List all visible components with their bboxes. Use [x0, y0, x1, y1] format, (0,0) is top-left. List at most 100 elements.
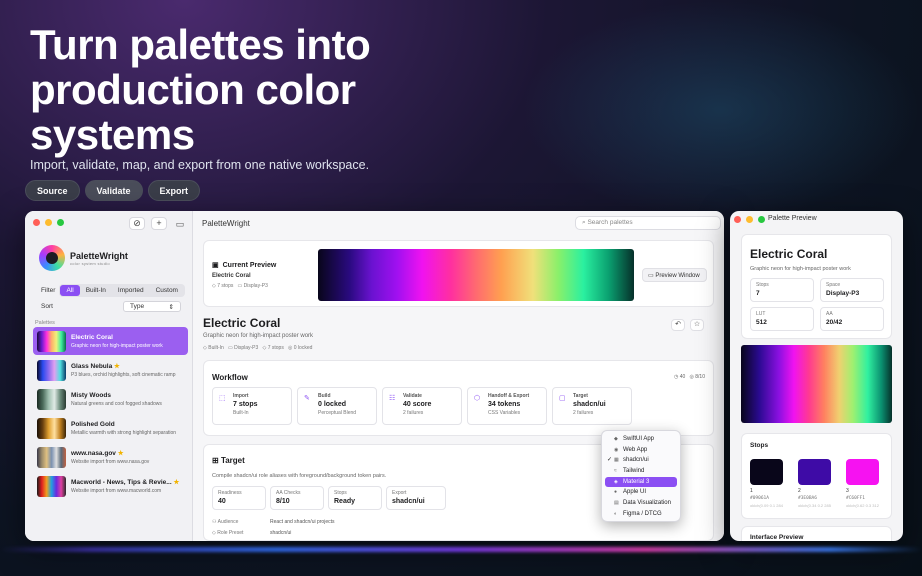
list-item[interactable]: Glass Nebula ★ P3 blues, orchid highligh…	[33, 356, 188, 384]
hero-subtitle: Import, validate, map, and export from o…	[30, 158, 370, 172]
list-item[interactable]: Electric Coral Graphic neon for high-imp…	[33, 327, 188, 355]
tile-value: 0 locked	[318, 401, 347, 408]
tile-label: Export	[392, 490, 407, 496]
workflow-tile-handoff[interactable]: ⬡ Handoff & Export 34 tokens CSS Variabl…	[467, 387, 547, 425]
preview-heading: ▣ Current Preview	[212, 261, 277, 270]
lock-icon: ◎	[288, 345, 293, 351]
preview-palette-name: Electric Coral	[212, 273, 251, 279]
list-item[interactable]: Misty Woods Natural greens and cool fogg…	[33, 385, 188, 413]
stat-space: Space Display-P3	[820, 278, 884, 302]
filter-imported[interactable]: Imported	[112, 285, 150, 296]
palette-name: Misty Woods	[71, 391, 111, 399]
list-item[interactable]: Polished Gold Metallic warmth with stron…	[33, 414, 188, 442]
search-input[interactable]: ⌕ Search palettes	[575, 216, 721, 230]
close-button[interactable]	[734, 216, 741, 223]
tile-sub: Perceptual Blend	[318, 410, 357, 416]
chip-source[interactable]: Source	[25, 180, 80, 201]
zoom-button[interactable]	[57, 219, 64, 226]
menu-item-web[interactable]: ◉ Web App	[605, 445, 677, 456]
menu-item-swiftui[interactable]: ◆ SwiftUI App	[605, 434, 677, 445]
tile-value: Ready	[334, 498, 356, 505]
stop-swatch	[750, 459, 783, 485]
menu-item-dataviz[interactable]: ▤ Data Visualization	[605, 498, 677, 509]
sidebar-toggle-icon[interactable]: ▭	[173, 218, 187, 230]
minimize-button[interactable]	[746, 216, 753, 223]
apple-icon: ●	[614, 489, 618, 496]
menu-item-material[interactable]: ◈ Material 3	[605, 476, 677, 488]
target-tile-export: Export shadcn/ui	[386, 486, 446, 510]
stop-item[interactable]: 3 #C60FF1 oklch(0.62 0.3 312)	[846, 459, 879, 508]
star-icon[interactable]: ★	[114, 363, 120, 370]
chip-export[interactable]: Export	[147, 180, 201, 201]
stop-hex: #09061A	[750, 496, 769, 501]
workflow-tile-build[interactable]: ✎ Build 0 locked Perceptual Blend	[297, 387, 377, 425]
palette-meta: ◇ Built-In ▭ Display-P3 ◇ 7 stops ◎ 0 lo…	[203, 345, 313, 351]
target-title: ⊞ Target	[212, 456, 245, 465]
stop-oklch: oklch(0.34 0.2 285)	[798, 503, 831, 508]
palette-swatch	[37, 388, 66, 410]
material-icon: ◈	[614, 478, 618, 485]
stop-item[interactable]: 2 #3E0BA6 oklch(0.34 0.2 285)	[798, 459, 831, 508]
decorative-light-bar	[0, 547, 922, 552]
star-icon[interactable]: ★	[118, 450, 124, 457]
tile-label: Handoff & Export	[488, 393, 530, 399]
tile-value: 7 stops	[233, 401, 258, 408]
filter-all[interactable]: All	[60, 285, 80, 296]
stop-swatch	[798, 459, 831, 485]
workflow-tile-validate[interactable]: ☷ Validate 40 score 2 failures	[382, 387, 462, 425]
tile-label: AA Checks	[276, 490, 301, 496]
wind-icon: ≈	[614, 468, 617, 475]
logo-subtitle: color system studio	[70, 260, 110, 266]
filter-toggle-icon[interactable]: ⊘	[129, 217, 145, 230]
menu-item-apple-ui[interactable]: ● Apple UI	[605, 487, 677, 498]
target-tile-readiness: Readiness 40	[212, 486, 266, 510]
stop-number: 3	[846, 488, 849, 494]
audience-icon: ⚇	[212, 519, 217, 525]
stop-item[interactable]: 1 #09061A oklch(0.09 0.1 284)	[750, 459, 783, 508]
filter-segmented-control: All Built-In Imported Custom	[59, 284, 185, 297]
menu-item-shadcn[interactable]: ✓ ▦ shadcn/ui	[605, 455, 677, 466]
minimize-button[interactable]	[45, 219, 52, 226]
list-item[interactable]: www.nasa.gov ★ Website import from www.n…	[33, 443, 188, 471]
palette-list: Electric Coral Graphic neon for high-imp…	[33, 327, 188, 501]
add-palette-button[interactable]: +	[151, 217, 167, 230]
sort-select[interactable]: Type ⇕	[123, 301, 181, 312]
target-row-role: ◇ Role Preset shadcn/ui	[212, 530, 292, 536]
checks-icon: ◎	[689, 374, 694, 380]
palette-preview-window: Palette Preview Electric Coral Graphic n…	[730, 211, 903, 541]
chip-validate[interactable]: Validate	[84, 180, 143, 201]
menu-item-tailwind[interactable]: ≈ Tailwind	[605, 466, 677, 477]
figma-icon: ◐	[614, 510, 618, 517]
preview-gradient	[741, 345, 892, 423]
filter-row: Filter All Built-In Imported Custom	[41, 284, 185, 297]
undo-icon[interactable]: ↶	[671, 319, 685, 331]
close-button[interactable]	[33, 219, 40, 226]
palettes-section-label: Palettes	[35, 320, 55, 326]
sidebar: ⊘ + ▭ PaletteWright color system studio …	[25, 211, 193, 541]
filter-custom[interactable]: Custom	[150, 285, 184, 296]
tag-icon: ◇	[203, 345, 207, 351]
tile-sub: 2 failures	[573, 410, 594, 416]
tile-sub: 2 failures	[403, 410, 424, 416]
build-icon: ✎	[304, 395, 310, 402]
current-preview-card: ▣ Current Preview Electric Coral ◇ 7 sto…	[203, 240, 714, 307]
palette-name: Glass Nebula ★	[71, 363, 120, 370]
workflow-tile-target[interactable]: ▢ Target shadcn/ui 2 failures	[552, 387, 632, 425]
list-item[interactable]: Macworld - News, Tips & Revie... ★ Websi…	[33, 472, 188, 500]
favorite-star-icon[interactable]: ☆	[690, 319, 704, 331]
palette-swatch	[37, 330, 66, 352]
workflow-card: Workflow ◷ 40 ◎ 8/10 ⬚ Import 7 stops Bu…	[203, 360, 714, 436]
star-icon[interactable]: ★	[173, 479, 179, 486]
stop-number: 2	[798, 488, 801, 494]
target-description: Compile shadcn/ui role aliases with fore…	[212, 473, 387, 479]
workflow-tile-import[interactable]: ⬚ Import 7 stops Built-In	[212, 387, 292, 425]
tile-value: 40	[218, 498, 226, 505]
sort-value: Type	[130, 303, 145, 310]
zoom-button[interactable]	[758, 216, 765, 223]
filter-built-in[interactable]: Built-In	[80, 285, 112, 296]
preview-window-button[interactable]: ▭ Preview Window	[642, 268, 707, 282]
tile-sub: CSS Variables	[488, 410, 521, 416]
menu-item-figma[interactable]: ◐ Figma / DTCG	[605, 509, 677, 520]
tile-label: Validate	[403, 393, 422, 399]
interface-preview-card: Interface Preview	[741, 526, 892, 541]
